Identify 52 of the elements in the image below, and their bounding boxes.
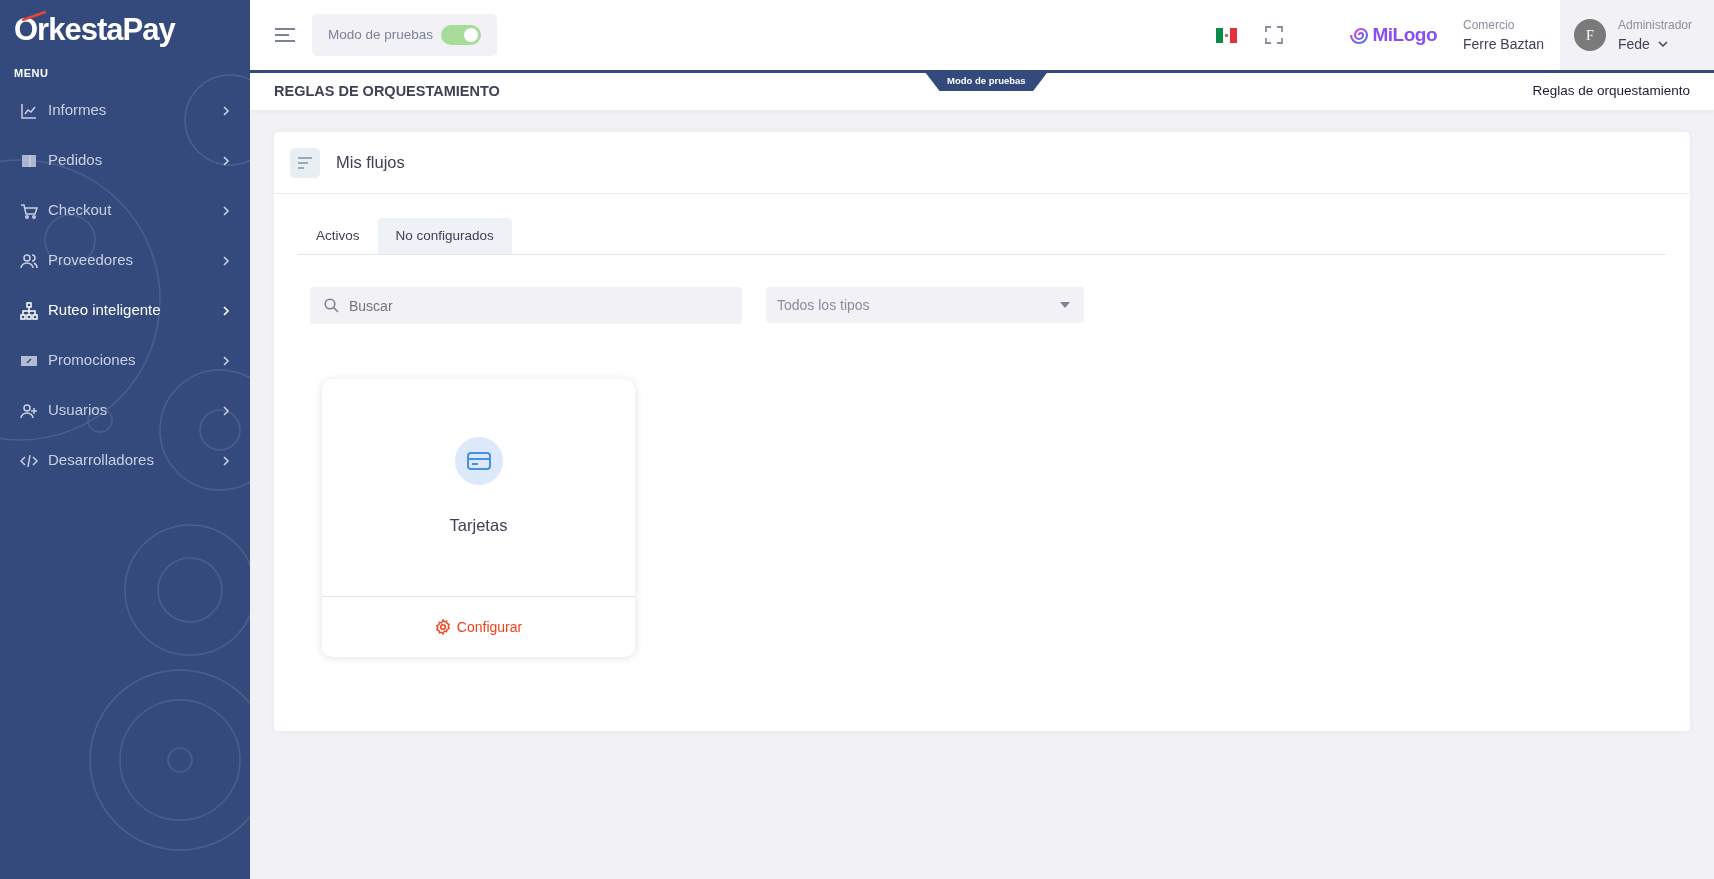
chevron-right-icon: [222, 254, 230, 267]
avatar: F: [1573, 19, 1606, 51]
search-field[interactable]: Buscar: [310, 287, 742, 324]
search-icon: [324, 298, 339, 313]
panel-title: Mis flujos: [336, 152, 405, 174]
tab[interactable]: Activos: [298, 218, 378, 254]
test-mode-toggle[interactable]: Modo de pruebas: [312, 14, 498, 56]
cart-icon: [20, 201, 38, 220]
line-chart-icon: [20, 101, 38, 120]
chevron-right-icon: [222, 104, 230, 117]
breadcrumb-item[interactable]: Reglas de orquestamiento: [1532, 81, 1690, 102]
user-plus-icon: [20, 401, 38, 420]
caret-down-icon: [1060, 302, 1070, 308]
menu-heading: MENU: [14, 66, 50, 81]
sidebar-item[interactable]: Promociones: [14, 335, 236, 386]
type-dropdown[interactable]: Todos los tipos: [766, 287, 1084, 323]
sidebar-item[interactable]: Desarrolladores: [14, 435, 236, 486]
merchant-label: Comercio: [1463, 16, 1516, 34]
settings-icon: [434, 619, 451, 635]
hierarchy-icon: [20, 301, 38, 320]
merchant-logo: MiLogo: [1372, 22, 1438, 47]
sidebar-item[interactable]: Ruteo inteligente: [14, 285, 236, 336]
sidebar-item[interactable]: Proveedores: [14, 235, 236, 286]
page-title: REGLAS DE ORQUESTAMIENTO: [274, 81, 500, 101]
chevron-down-icon: [1657, 40, 1668, 48]
merchant-name: Ferre Baztan: [1463, 34, 1544, 54]
mexico-flag-icon[interactable]: [1215, 27, 1237, 43]
user-menu[interactable]: F Administrador Fede: [1559, 0, 1714, 70]
people-icon: [20, 251, 38, 270]
sidebar-item[interactable]: Informes: [14, 85, 236, 136]
credit-card-icon: [466, 452, 491, 471]
configure-button[interactable]: Configurar: [322, 597, 635, 657]
toggle-switch[interactable]: [441, 25, 482, 45]
test-mode-ribbon: Modo de pruebas: [925, 72, 1048, 92]
sidebar-item[interactable]: Checkout: [14, 185, 236, 236]
fullscreen-icon[interactable]: [1264, 26, 1283, 44]
user-name: Fede: [1617, 34, 1650, 54]
sidebar-item[interactable]: Pedidos: [14, 135, 236, 186]
sidebar-item[interactable]: Usuarios: [14, 385, 236, 436]
list-icon: [297, 156, 313, 169]
chevron-right-icon: [222, 304, 230, 317]
chevron-right-icon: [222, 454, 230, 467]
chevron-right-icon: [222, 154, 230, 167]
tab[interactable]: No configurados: [377, 218, 512, 254]
menu-icon[interactable]: [274, 27, 296, 43]
logo: OrkestaPay: [14, 14, 175, 45]
flow-name: Tarjetas: [449, 515, 508, 537]
chevron-right-icon: [222, 404, 230, 417]
spiral-logo-icon: [1348, 25, 1369, 45]
chevron-right-icon: [222, 354, 230, 367]
chevron-right-icon: [222, 204, 230, 217]
user-role: Administrador: [1617, 16, 1692, 34]
